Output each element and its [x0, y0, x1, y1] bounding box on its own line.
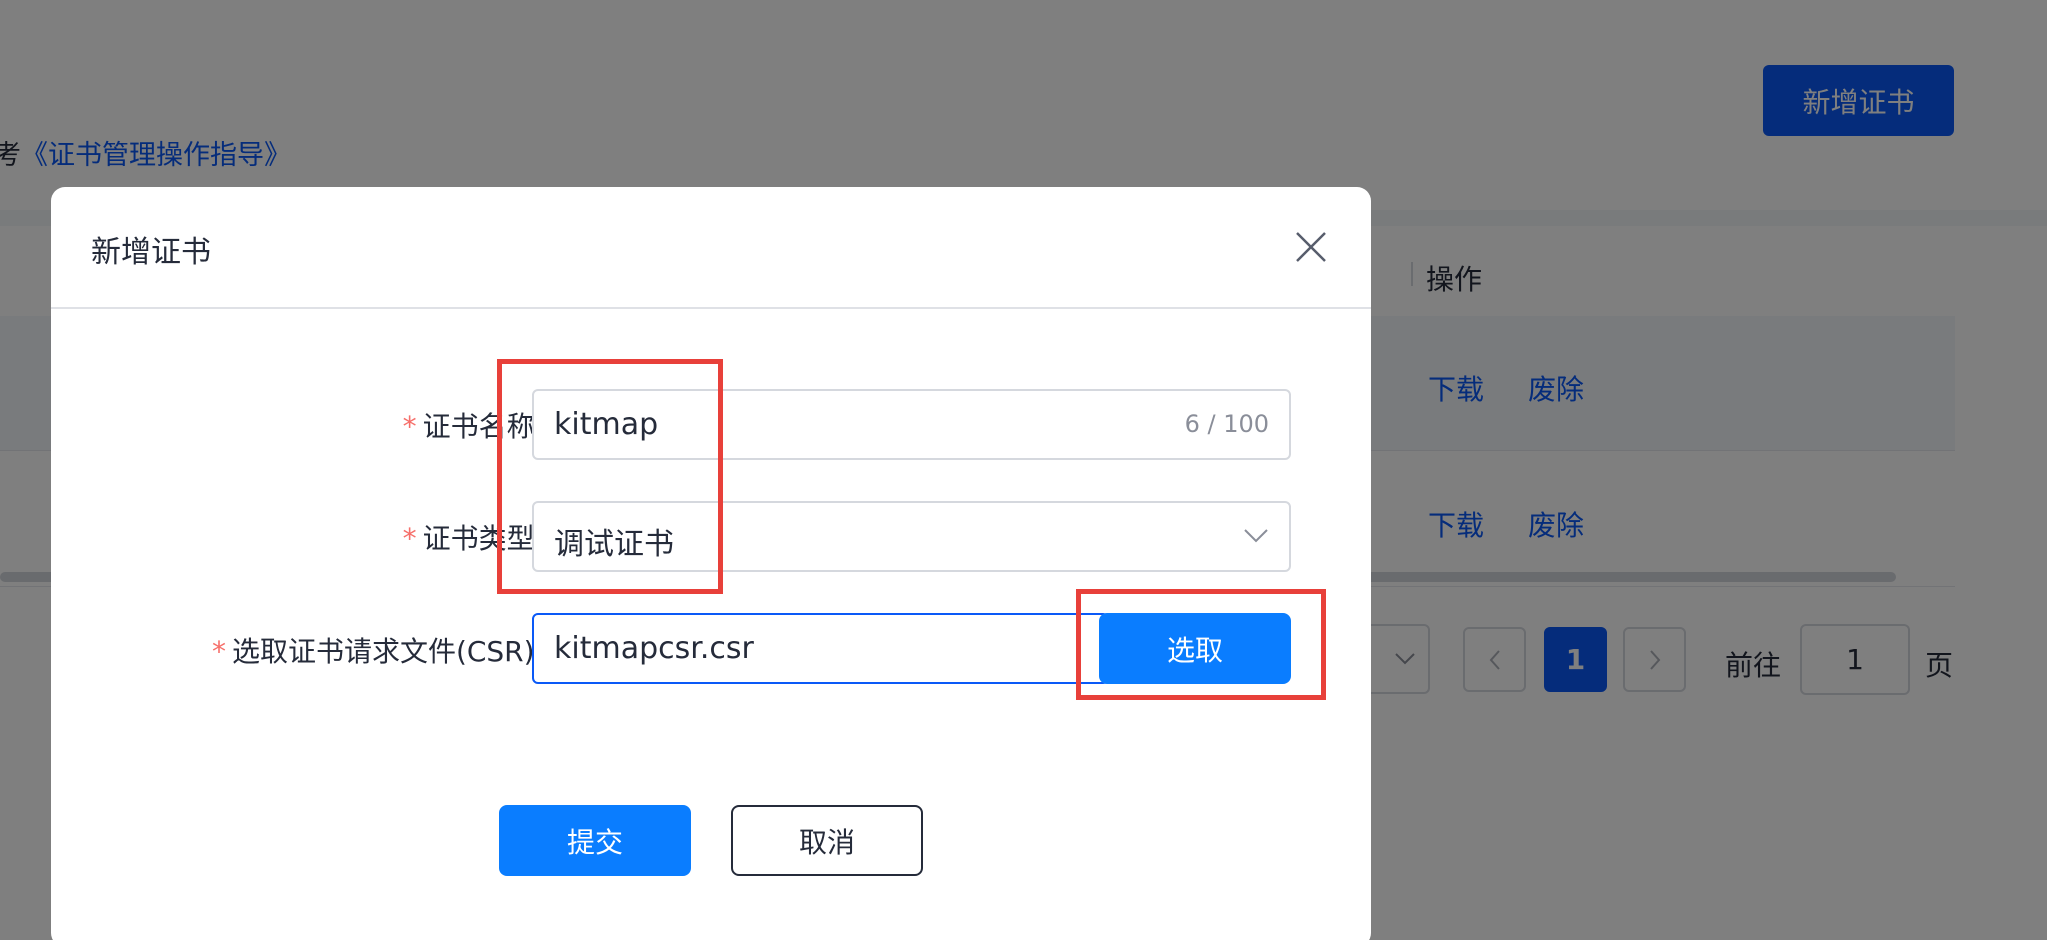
cancel-button[interactable]: 取消: [731, 805, 923, 876]
close-button[interactable]: [1291, 227, 1331, 267]
chevron-down-icon: [1244, 529, 1268, 543]
required-mark: *: [402, 410, 417, 443]
char-counter: 6 / 100: [1184, 410, 1269, 438]
dialog-title: 新增证书: [91, 235, 211, 270]
required-mark: *: [211, 635, 226, 668]
csr-file-input[interactable]: kitmapcsr.csr: [532, 613, 1109, 684]
csr-file-value: kitmapcsr.csr: [554, 631, 754, 666]
annotation-box: [497, 359, 723, 594]
close-icon: [1296, 232, 1326, 262]
submit-button[interactable]: 提交: [499, 805, 691, 876]
annotation-box: [1076, 589, 1326, 700]
csr-file-label: * 选取证书请求文件(CSR):: [212, 630, 544, 670]
dialog-header: 新增证书: [51, 187, 1371, 309]
required-mark: *: [402, 522, 417, 555]
csr-file-label-text: 选取证书请求文件(CSR):: [231, 635, 544, 668]
